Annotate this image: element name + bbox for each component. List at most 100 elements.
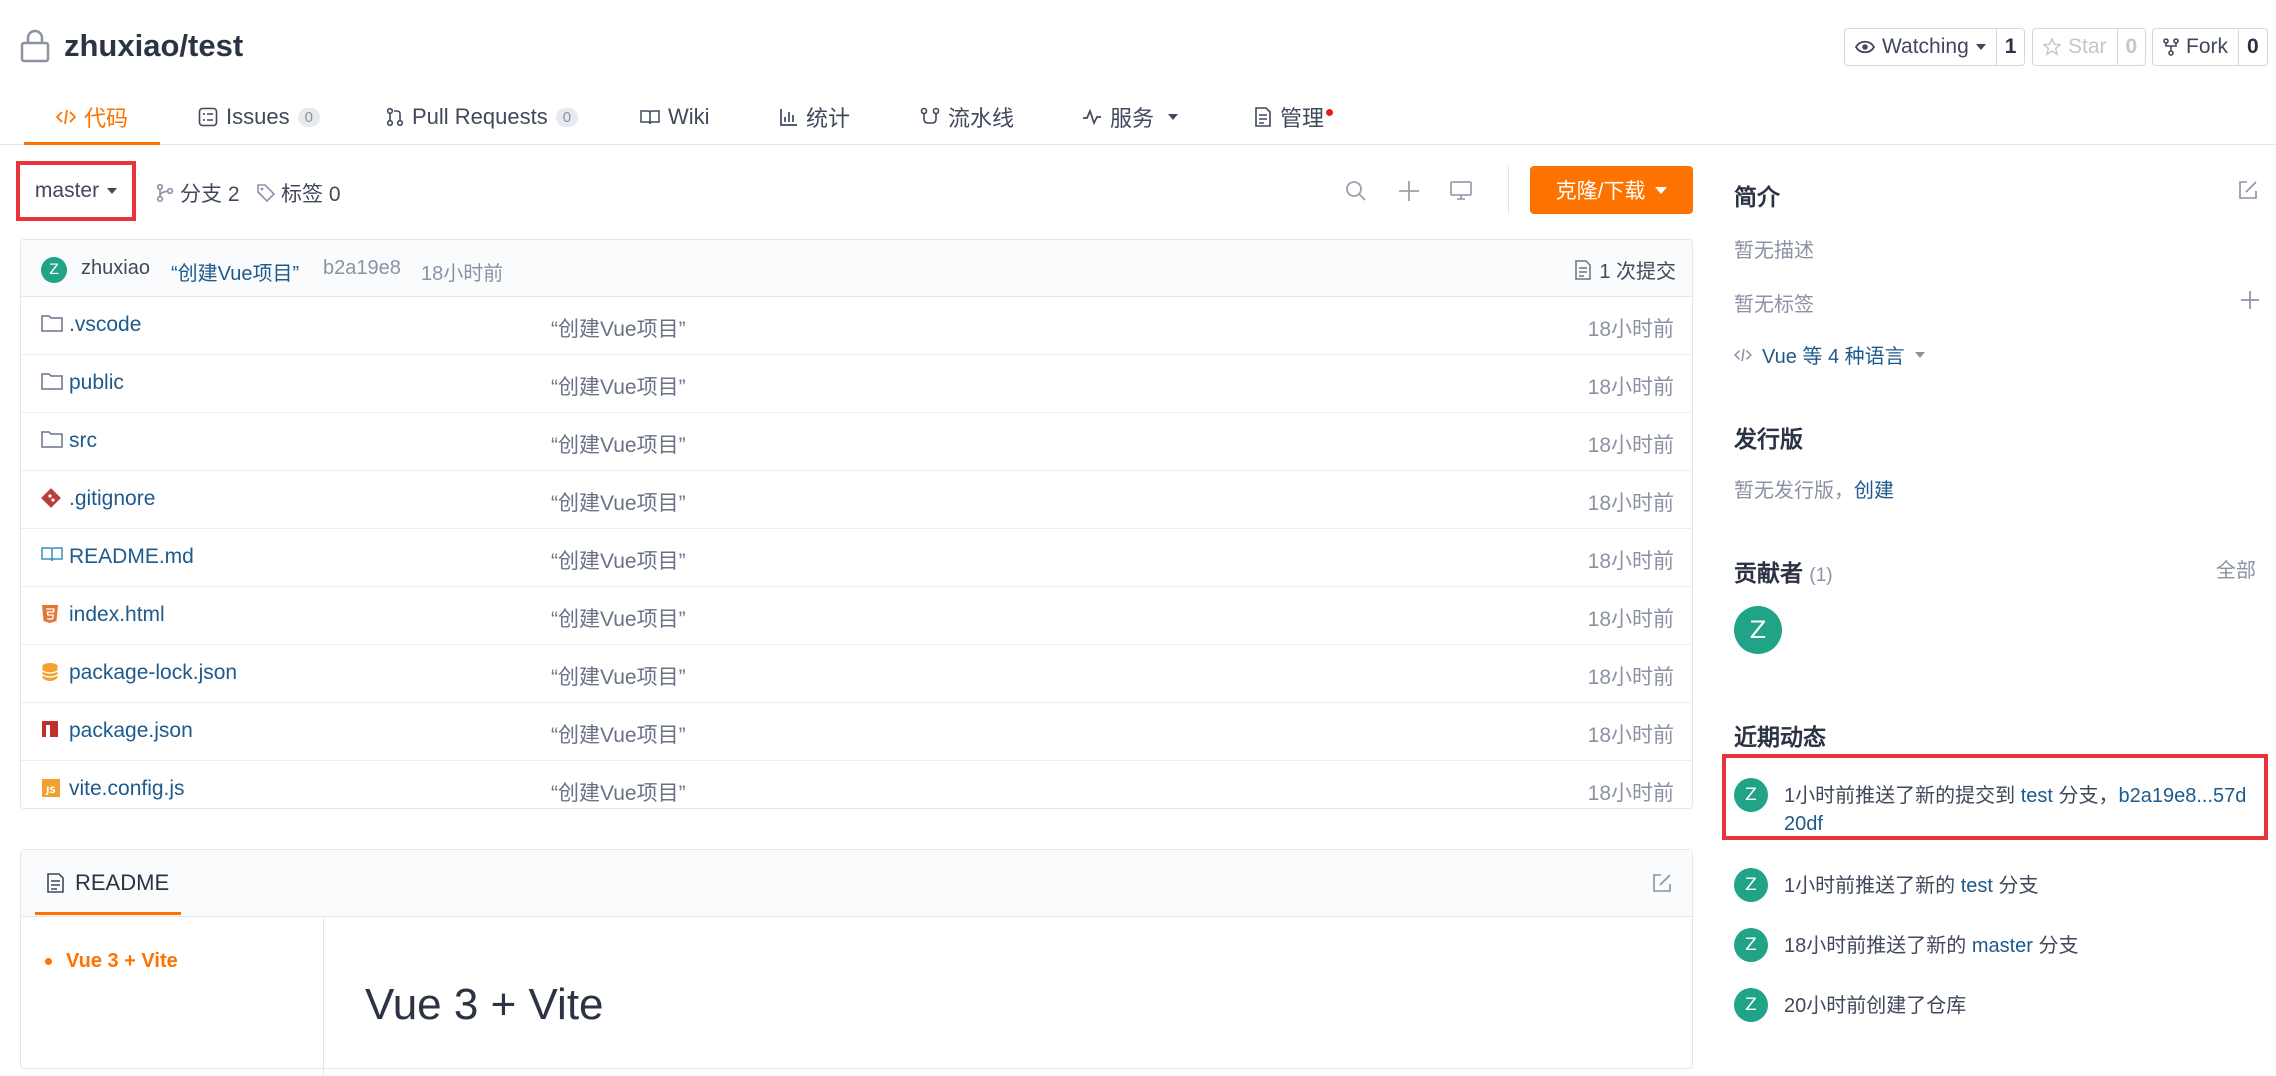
branches-link[interactable]: 分支 2: [156, 178, 240, 208]
releases-info: 暂无发行版，创建: [1734, 474, 1894, 503]
file-name[interactable]: vite.config.js: [69, 777, 185, 801]
star-button[interactable]: Star 0: [2032, 28, 2147, 66]
edit-icon[interactable]: [2238, 180, 2258, 200]
readme-panel: README Vue 3 + Vite Vue 3 + Vite: [20, 849, 1693, 1076]
commit-author[interactable]: zhuxiao: [81, 257, 150, 280]
toc-item[interactable]: Vue 3 + Vite: [45, 950, 178, 973]
file-name[interactable]: .vscode: [69, 313, 141, 337]
repo-name[interactable]: zhuxiao/test: [64, 28, 243, 64]
activity-branch-link[interactable]: test: [2021, 785, 2053, 807]
file-row[interactable]: src “创建Vue项目” 18小时前: [21, 413, 1692, 471]
tab-services[interactable]: 服务: [1082, 90, 1179, 144]
tags-link[interactable]: 标签 0: [257, 178, 341, 208]
svg-text:JS: JS: [45, 786, 56, 796]
activity-branch-link[interactable]: test: [1961, 875, 1993, 897]
readme-header: [21, 850, 1692, 917]
file-commit-message[interactable]: “创建Vue项目”: [551, 603, 686, 633]
toc-item-label: Vue 3 + Vite: [66, 950, 178, 972]
code-icon: [56, 109, 76, 125]
tab-stats[interactable]: 统计: [780, 90, 850, 144]
watch-count[interactable]: 1: [1995, 29, 2025, 65]
avatar[interactable]: Z: [41, 257, 67, 283]
create-release-link[interactable]: 创建: [1854, 480, 1894, 502]
file-commit-message[interactable]: “创建Vue项目”: [551, 429, 686, 459]
star-icon: [2043, 38, 2061, 56]
file-row[interactable]: package.json “创建Vue项目” 18小时前: [21, 703, 1692, 761]
file-commit-message[interactable]: “创建Vue项目”: [551, 545, 686, 575]
avatar[interactable]: Z: [1734, 988, 1768, 1022]
branch-select[interactable]: master: [16, 161, 136, 221]
file-commit-message[interactable]: “创建Vue项目”: [551, 719, 686, 749]
file-commit-message[interactable]: “创建Vue项目”: [551, 371, 686, 401]
tab-label: 服务: [1110, 106, 1155, 131]
activity-commit-link-cont[interactable]: 20df: [1784, 813, 1823, 835]
activity-text: 1小时前推送了新的提交到 test 分支，b2a19e8...57d 20df: [1784, 782, 2264, 838]
file-row[interactable]: public “创建Vue项目” 18小时前: [21, 355, 1692, 413]
avatar[interactable]: Z: [1734, 778, 1768, 812]
file-name[interactable]: src: [69, 429, 97, 453]
watch-button[interactable]: Watching 1: [1844, 28, 2026, 66]
tab-wiki[interactable]: Wiki: [640, 90, 710, 144]
bar-chart-icon: [780, 108, 798, 126]
book-icon: [640, 109, 660, 125]
star-count[interactable]: 0: [2116, 29, 2146, 65]
add-tag-icon[interactable]: [2240, 290, 2260, 310]
file-row[interactable]: .gitignore “创建Vue项目” 18小时前: [21, 471, 1692, 529]
edit-icon[interactable]: [1652, 873, 1672, 893]
avatar[interactable]: Z: [1734, 868, 1768, 902]
file-commit-message[interactable]: “创建Vue项目”: [551, 661, 686, 691]
file-time: 18小时前: [1587, 608, 1674, 631]
clone-download-button[interactable]: 克隆/下载: [1530, 166, 1693, 214]
file-row[interactable]: README.md “创建Vue项目” 18小时前: [21, 529, 1692, 587]
tab-pipeline[interactable]: 流水线: [920, 90, 1014, 144]
activity-branch-link[interactable]: master: [1972, 935, 2033, 957]
activity-commit-link[interactable]: b2a19e8...57d: [2119, 785, 2247, 807]
all-contributors-link[interactable]: 全部: [2216, 554, 2256, 583]
avatar[interactable]: Z: [1734, 928, 1768, 962]
commit-message[interactable]: “创建Vue项目”: [171, 257, 299, 286]
web-ide-icon[interactable]: [1450, 181, 1472, 201]
repo-tabs: 代码 Issues 0 Pull Requests 0 Wiki 统计 流水线 …: [0, 90, 2276, 145]
file-row[interactable]: .vscode “创建Vue项目” 18小时前: [21, 297, 1692, 355]
fork-count[interactable]: 0: [2238, 29, 2267, 65]
activity-text: 18小时前推送了新的 master 分支: [1784, 932, 2079, 960]
toolbar-divider: [1508, 166, 1509, 214]
tab-label: 代码: [84, 106, 129, 131]
tab-label: Wiki: [668, 104, 710, 129]
activity-prefix: 1小时前推送了新的: [1784, 875, 1961, 897]
tab-issues[interactable]: Issues 0: [198, 90, 320, 144]
commit-hash[interactable]: b2a19e8: [323, 257, 401, 280]
commit-count-link[interactable]: 1 次提交: [1575, 255, 1676, 284]
avatar[interactable]: Z: [1734, 606, 1782, 654]
commits-icon: [1575, 259, 1592, 280]
file-row[interactable]: package-lock.json “创建Vue项目” 18小时前: [21, 645, 1692, 703]
activity-prefix: 20小时前创建了仓库: [1784, 995, 1967, 1017]
file-row[interactable]: JS vite.config.js “创建Vue项目” 18小时前: [21, 761, 1692, 808]
file-name[interactable]: README.md: [69, 545, 194, 569]
issues-icon: [198, 107, 218, 127]
branch-name: master: [34, 179, 100, 202]
file-commit-message[interactable]: “创建Vue项目”: [551, 487, 686, 517]
tab-manage[interactable]: 管理: [1254, 90, 1334, 144]
activity-middle: 分支: [2032, 935, 2079, 957]
file-name[interactable]: package-lock.json: [69, 661, 237, 685]
pull-requests-count-badge: 0: [555, 107, 579, 127]
file-name[interactable]: .gitignore: [69, 487, 155, 511]
file-commit-message[interactable]: “创建Vue项目”: [551, 313, 686, 343]
file-row[interactable]: index.html “创建Vue项目” 18小时前: [21, 587, 1692, 645]
activity-middle: 分支: [1992, 875, 2039, 897]
readme-tab[interactable]: README: [35, 850, 181, 916]
file-name[interactable]: public: [69, 371, 124, 395]
add-file-icon[interactable]: [1398, 180, 1420, 202]
fork-button[interactable]: Fork 0: [2152, 28, 2268, 66]
search-icon[interactable]: [1345, 180, 1367, 202]
star-label: Star: [2068, 35, 2107, 58]
tab-label: 管理: [1280, 101, 1334, 133]
tab-code[interactable]: 代码: [24, 90, 161, 145]
file-name[interactable]: package.json: [69, 719, 193, 743]
languages-dropdown[interactable]: Vue 等 4 种语言: [1734, 340, 1925, 369]
file-commit-message[interactable]: “创建Vue项目”: [551, 777, 686, 807]
readme-tab-label: README: [75, 870, 170, 895]
file-name[interactable]: index.html: [69, 603, 165, 627]
tab-pull-requests[interactable]: Pull Requests 0: [386, 90, 579, 144]
